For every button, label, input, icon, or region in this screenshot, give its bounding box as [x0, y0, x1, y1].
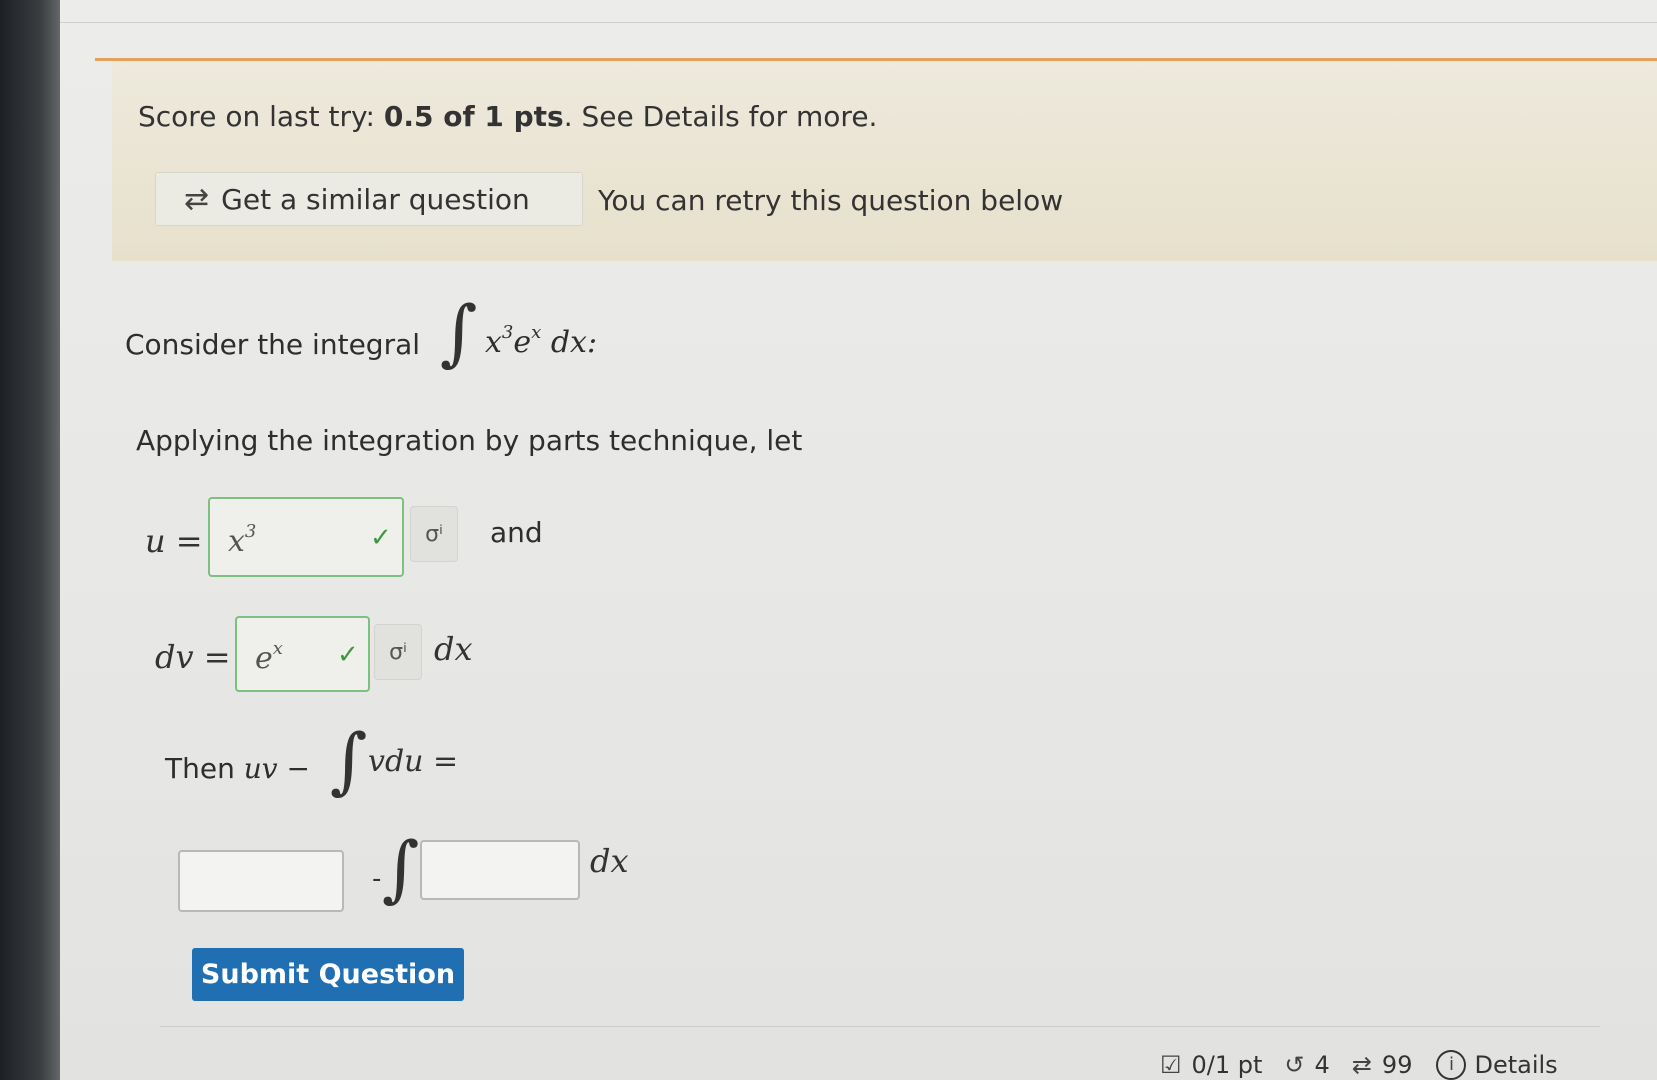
details-link[interactable]: i Details: [1436, 1050, 1558, 1080]
score-suffix: . See Details for more.: [563, 100, 878, 133]
dv-answer-value: ex: [255, 638, 283, 676]
dv-label: dv =: [155, 638, 231, 676]
integrand-answer-input[interactable]: [420, 840, 580, 900]
retries-count: 4: [1314, 1051, 1330, 1079]
integral-expression: x3ex dx:: [485, 322, 597, 360]
integrand-e-exponent: x: [531, 322, 542, 343]
integrand-dx: dx:: [550, 325, 598, 360]
u-answer-input[interactable]: x3 ✓: [208, 497, 404, 577]
score-text: Score on last try: 0.5 of 1 pts. See Det…: [138, 100, 877, 133]
uv-answer-input[interactable]: [178, 850, 344, 912]
math-symbol-button[interactable]: σⁱ: [374, 624, 422, 680]
score-banner: [112, 61, 1657, 261]
math-symbol-button[interactable]: σⁱ: [410, 506, 458, 562]
then-line: Then uv −: [165, 752, 310, 785]
submit-question-button[interactable]: Submit Question: [192, 948, 464, 1001]
retry-icon: ↺: [1284, 1051, 1305, 1079]
math-symbol-icon: σⁱ: [389, 639, 407, 665]
dv-answer-input[interactable]: ex ✓: [235, 616, 370, 692]
similar-question-icon: ⇄: [1351, 1051, 1372, 1079]
then-vdu: vdu =: [368, 744, 459, 779]
integral-sign-icon: ∫: [382, 826, 420, 910]
u-answer-value: x3: [228, 521, 257, 559]
retry-note: You can retry this question below: [598, 184, 1064, 217]
integral-sign-icon: ∫: [330, 718, 368, 802]
then-prefix: Then: [165, 752, 235, 785]
final-dx-text: dx: [590, 842, 629, 880]
similar-count: 99: [1381, 1051, 1413, 1079]
refresh-arrows-icon: ⇄: [184, 181, 210, 217]
integrand-x: x: [485, 325, 502, 360]
points-text: 0/1 pt: [1191, 1051, 1263, 1079]
integrand-x-exponent: 3: [501, 322, 514, 343]
top-divider: [60, 22, 1657, 23]
u-label: u =: [145, 522, 203, 560]
check-icon: ✓: [370, 523, 392, 553]
score-value: 0.5 of 1 pts: [383, 100, 564, 133]
consider-text: Consider the integral: [125, 328, 421, 361]
dv-dx-text: dx: [434, 630, 473, 668]
details-label: Details: [1474, 1051, 1558, 1079]
integrand-e: e: [513, 325, 532, 360]
math-symbol-icon: σⁱ: [425, 521, 443, 547]
score-prefix: Score on last try:: [138, 100, 384, 133]
question-footer: ☑ 0/1 pt ↺ 4 ⇄ 99 i Details: [1160, 1050, 1558, 1080]
checkbox-icon: ☑: [1160, 1051, 1182, 1079]
then-uv: uv −: [243, 752, 310, 785]
check-icon: ✓: [337, 640, 359, 670]
minus-sign: -: [372, 864, 382, 894]
banner-accent-line: [95, 58, 1657, 61]
footer-divider: [160, 1026, 1600, 1027]
get-similar-question-button[interactable]: ⇄ Get a similar question: [155, 172, 583, 226]
info-icon: i: [1436, 1050, 1467, 1080]
integral-sign-icon: ∫: [440, 290, 478, 374]
instructions-text: Applying the integration by parts techni…: [136, 424, 803, 457]
similar-button-label: Get a similar question: [221, 182, 530, 216]
and-text: and: [490, 516, 543, 549]
